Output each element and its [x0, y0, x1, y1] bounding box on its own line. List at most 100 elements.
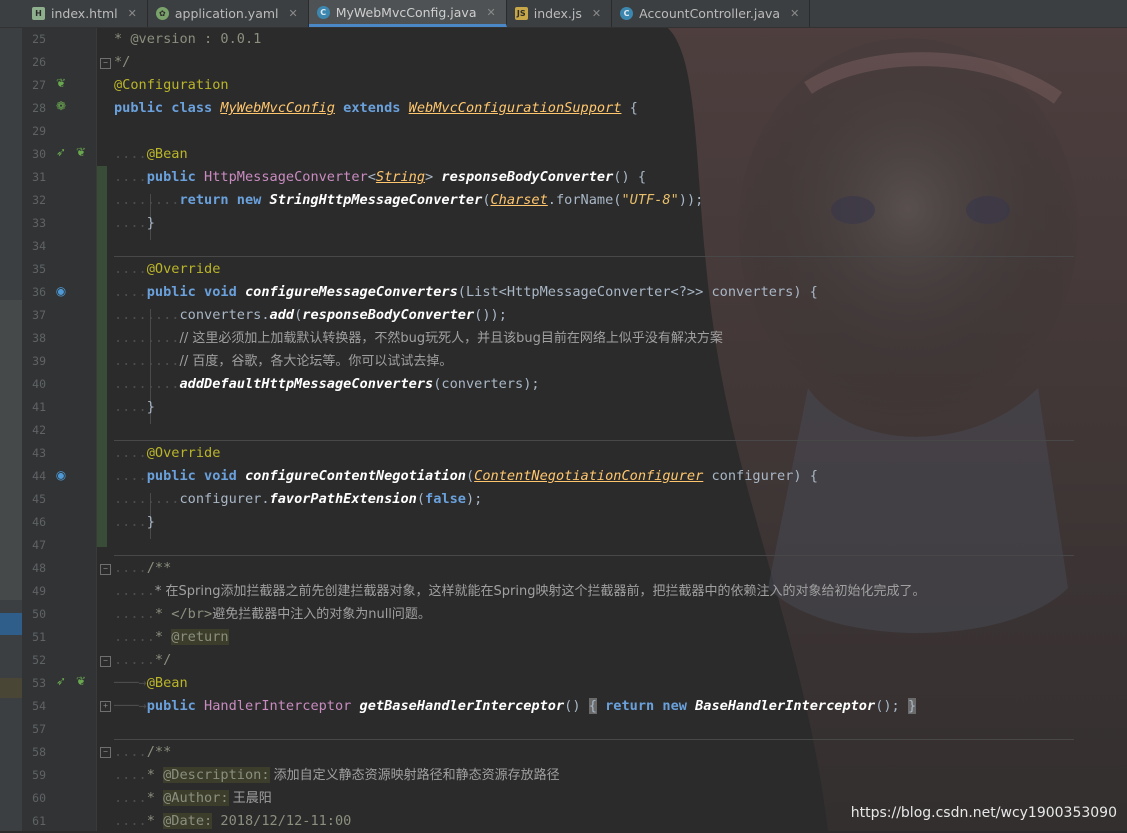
type-name: HttpMessageConverter	[204, 169, 368, 185]
tab-application-yaml[interactable]: ✿ application.yaml ✕	[148, 0, 309, 27]
folded-brace[interactable]: {	[588, 698, 597, 714]
code-editor[interactable]: * @version : 0.0.1 */ @Configuration pub…	[108, 28, 1127, 831]
yaml-file-icon: ✿	[155, 7, 169, 20]
class-name: WebMvcConfigurationSupport	[408, 100, 622, 116]
doc-comment: 王晨阳	[228, 791, 272, 806]
line-number: 51	[32, 630, 46, 644]
doc-comment: */	[154, 652, 172, 668]
javadoc-tag: @Date:	[163, 813, 213, 829]
code-line-46: ....}	[114, 511, 155, 534]
code-line-43: ....@Override	[114, 442, 220, 465]
override-method-icon[interactable]: ◉	[54, 284, 68, 298]
line-number: 48	[32, 561, 46, 575]
code-line-53: ───→@Bean	[114, 672, 188, 695]
spring-bean-icon[interactable]: ❦	[74, 145, 88, 159]
keyword: extends	[334, 100, 409, 116]
paren: ));	[678, 192, 704, 208]
indent-dots: ....	[114, 514, 147, 530]
method-separator	[114, 739, 1074, 740]
keyword: return new	[596, 698, 696, 714]
line-number: 36	[32, 285, 46, 299]
line-number: 42	[32, 423, 46, 437]
line-number: 37	[32, 308, 46, 322]
folded-brace[interactable]: }	[907, 698, 917, 714]
line-number: 33	[32, 216, 46, 230]
method-separator	[114, 256, 1074, 257]
editor-tab-bar: H index.html ✕ ✿ application.yaml ✕ C My…	[0, 0, 1127, 28]
line-number: 60	[32, 791, 46, 805]
method-name: configureMessageConverters	[244, 284, 458, 300]
line-number: 57	[32, 722, 46, 736]
doc-comment: *	[154, 606, 172, 622]
doc-comment: *	[146, 767, 164, 783]
code-line-59: ....* @Description: 添加自定义静态资源映射路径和静态资源存放…	[114, 764, 560, 787]
html-file-icon: H	[32, 7, 45, 20]
indent-dots: ....	[114, 790, 147, 806]
variable: converters.	[179, 307, 270, 323]
indent-dots: ....	[114, 215, 147, 231]
left-tool-strip	[0, 28, 22, 831]
indent-dots: ....	[114, 146, 147, 162]
close-icon[interactable]: ✕	[592, 7, 601, 20]
class-name: ContentNegotiationConfigurer	[474, 468, 704, 484]
line-number: 45	[32, 492, 46, 506]
javadoc-tag: @Author:	[163, 790, 229, 806]
tab-label: AccountController.java	[639, 6, 781, 21]
override-method-icon[interactable]: ◉	[54, 468, 68, 482]
javadoc-tag: @return	[171, 629, 229, 645]
close-icon[interactable]: ✕	[790, 7, 799, 20]
brace: () {	[613, 169, 647, 185]
close-icon[interactable]: ✕	[128, 7, 137, 20]
method-name: responseBodyConverter	[441, 169, 614, 185]
spring-bean-icon[interactable]: ➶	[54, 145, 68, 159]
code-line-58: ..../**	[114, 741, 171, 764]
indent-dots: ───→	[114, 698, 147, 714]
line-number: 29	[32, 124, 46, 138]
indent-dots: ........	[114, 376, 180, 392]
code-line-33: ....}	[114, 212, 155, 235]
line-number: 50	[32, 607, 46, 621]
code-line-25: * @version : 0.0.1	[114, 28, 261, 51]
parameters: (converters);	[433, 376, 540, 392]
line-number: 46	[32, 515, 46, 529]
tab-mywebmvcconfig-java[interactable]: C MyWebMvcConfig.java ✕	[308, 0, 507, 27]
code-line-37: ........converters.add(responseBodyConve…	[114, 304, 507, 327]
vcs-change-bar[interactable]	[97, 166, 107, 547]
method-name: addDefaultHttpMessageConverters	[179, 376, 434, 392]
spring-bean-icon[interactable]: ➶	[54, 674, 68, 688]
line-number: 25	[32, 32, 46, 46]
method-name: favorPathExtension	[269, 491, 417, 507]
paren: );	[465, 491, 483, 507]
code-line-60: ....* @Author: 王晨阳	[114, 787, 272, 810]
code-line-48: ..../**	[114, 557, 171, 580]
method-name: getBaseHandlerInterceptor	[359, 698, 565, 714]
code-line-27: @Configuration	[114, 74, 229, 97]
line-number: 49	[32, 584, 46, 598]
doc-comment: 避免拦截器中注入的对象为null问题。	[212, 607, 431, 622]
tab-label: index.html	[51, 6, 118, 21]
close-icon[interactable]: ✕	[289, 7, 298, 20]
doc-comment: * @version : 0.0.1	[114, 31, 262, 47]
html-tag: </br>	[171, 606, 213, 622]
doc-comment: /**	[146, 560, 172, 576]
tab-index-html[interactable]: H index.html ✕	[24, 0, 148, 27]
close-icon[interactable]: ✕	[487, 6, 496, 19]
method-call: .forName(	[547, 192, 622, 208]
line-number: 59	[32, 768, 46, 782]
tab-accountcontroller-java[interactable]: C AccountController.java ✕	[612, 0, 811, 27]
variable: configurer.	[179, 491, 270, 507]
paren: ();	[875, 698, 908, 714]
paren: (	[482, 192, 491, 208]
code-line-39: ........// 百度，谷歌，各大论坛等。你可以试试去掉。	[114, 350, 452, 373]
class-name: Charset	[490, 192, 548, 208]
tab-index-js[interactable]: JS index.js ✕	[507, 0, 613, 27]
spring-bean-icon[interactable]: ❦	[54, 76, 68, 90]
paren: (	[465, 468, 475, 484]
line-comment: // 百度，谷歌，各大论坛等。你可以试试去掉。	[179, 354, 453, 369]
spring-bean-icon[interactable]: ❦	[74, 674, 88, 688]
spring-config-icon[interactable]: ❁	[54, 99, 68, 113]
code-line-61: ....* @Date: 2018/12/12-11:00	[114, 810, 351, 831]
brace: {	[621, 100, 638, 116]
code-line-44: ....public void configureContentNegotiat…	[114, 465, 818, 488]
method-name: configureContentNegotiation	[244, 468, 466, 484]
